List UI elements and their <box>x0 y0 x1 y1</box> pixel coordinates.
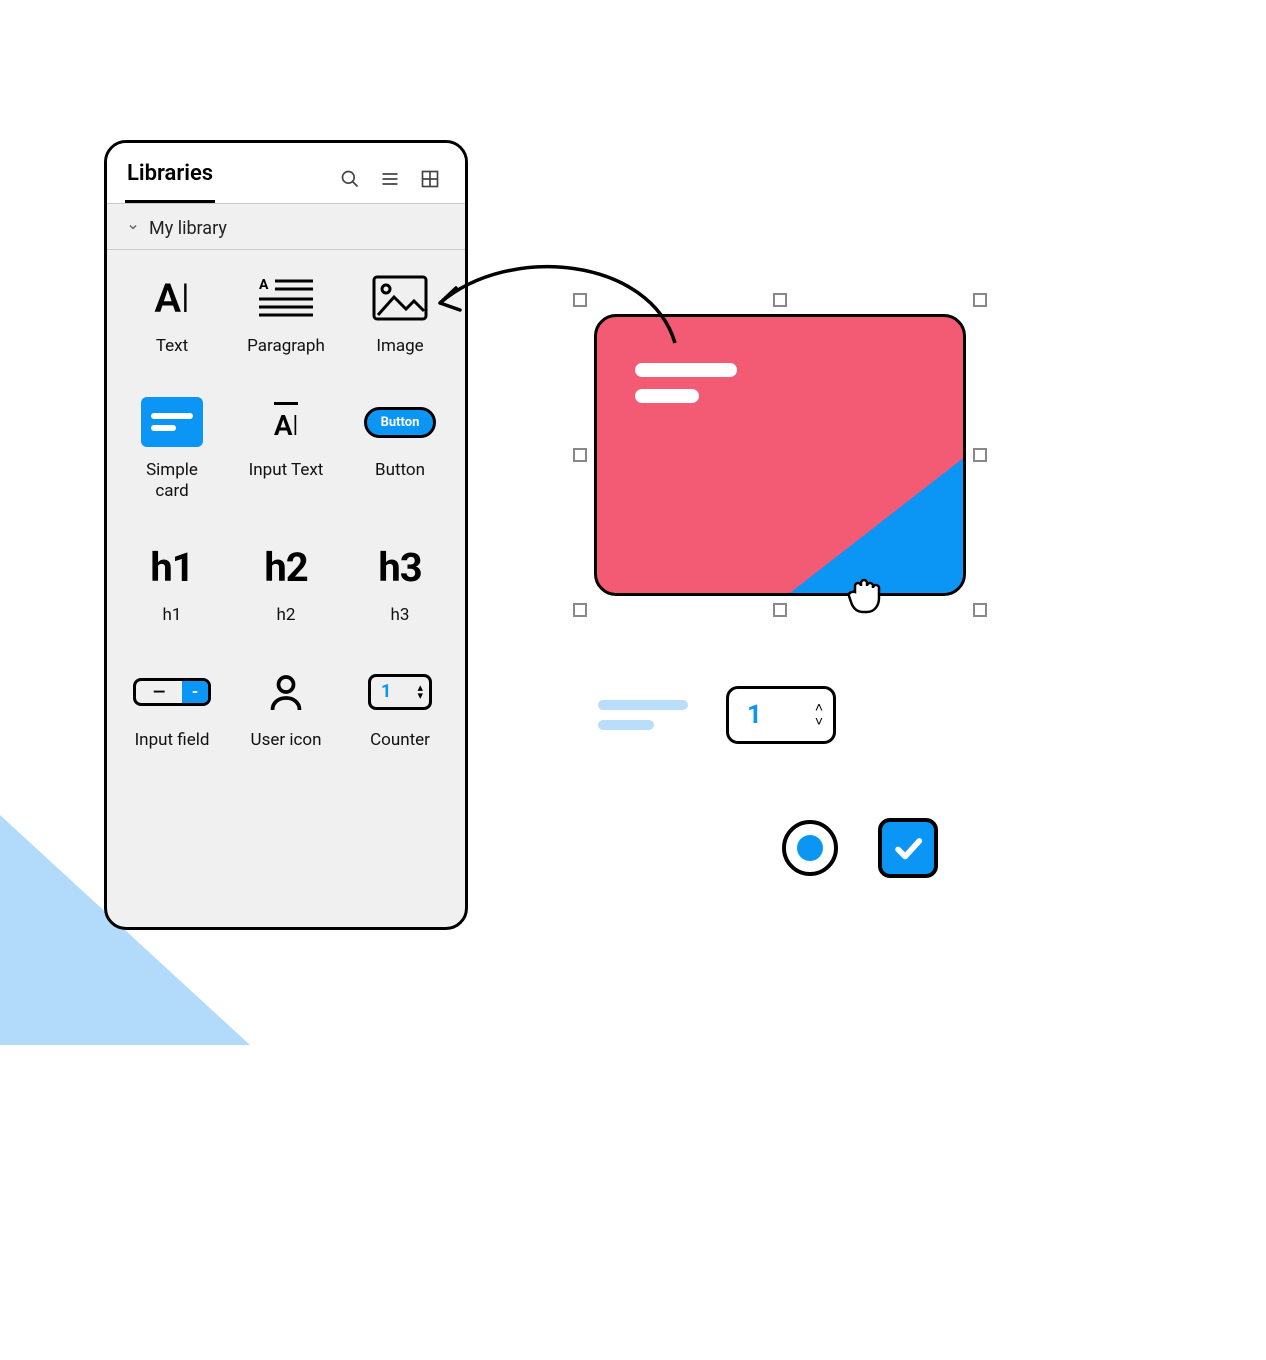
radio-instance[interactable] <box>782 820 838 876</box>
resize-handle[interactable] <box>973 448 987 462</box>
paragraph-icon: A <box>259 270 313 326</box>
component-button[interactable]: Button Button <box>343 394 457 501</box>
search-icon[interactable] <box>333 162 367 196</box>
component-text[interactable]: AI Text <box>115 270 229 356</box>
counter-decrement[interactable]: ˅ <box>815 716 823 728</box>
component-label: Text <box>156 336 188 356</box>
library-section-my-library[interactable]: My library <box>107 204 465 250</box>
text-icon: AI <box>154 270 189 326</box>
grab-cursor-icon <box>845 572 885 620</box>
component-h3[interactable]: h3 h3 <box>343 539 457 625</box>
text-placeholder-instance[interactable] <box>598 700 688 730</box>
component-label: Image <box>376 336 423 356</box>
resize-handle[interactable] <box>973 293 987 307</box>
resize-handle[interactable] <box>773 293 787 307</box>
component-label: Simple card <box>132 460 212 501</box>
counter-increment[interactable]: ˄ <box>815 702 823 714</box>
component-h1[interactable]: h1 h1 <box>115 539 229 625</box>
section-label: My library <box>149 218 227 239</box>
drag-arrow-icon <box>420 248 690 358</box>
input-field-icon: —- <box>133 664 211 720</box>
button-icon: Button <box>364 394 437 450</box>
input-text-icon: AI <box>274 394 298 450</box>
tab-libraries[interactable]: Libraries <box>125 155 215 203</box>
component-input-text[interactable]: AI Input Text <box>229 394 343 501</box>
component-simple-card[interactable]: Simple card <box>115 394 229 501</box>
radio-dot <box>797 835 823 861</box>
resize-handle[interactable] <box>973 603 987 617</box>
simple-card-icon <box>141 394 203 450</box>
counter-icon: 1 ▴▾ <box>368 664 432 720</box>
counter-value: 1 <box>747 700 762 730</box>
component-label: Input Text <box>249 460 324 480</box>
components-grid: AI Text A Paragraph Image <box>107 250 465 760</box>
component-label: h3 <box>391 605 410 625</box>
h3-icon: h3 <box>378 539 421 595</box>
chevron-down-icon <box>127 221 139 237</box>
component-h2[interactable]: h2 h2 <box>229 539 343 625</box>
panel-header: Libraries <box>107 143 465 204</box>
resize-handle[interactable] <box>773 603 787 617</box>
component-user-icon[interactable]: User icon <box>229 664 343 750</box>
component-label: Paragraph <box>247 336 325 356</box>
checkbox-instance[interactable] <box>878 818 938 878</box>
resize-handle[interactable] <box>573 448 587 462</box>
component-label: User icon <box>251 730 322 750</box>
component-label: Counter <box>370 730 430 750</box>
svg-text:A: A <box>259 277 269 293</box>
user-icon <box>268 664 304 720</box>
component-label: Button <box>375 460 425 480</box>
h1-icon: h1 <box>150 539 193 595</box>
h2-icon: h2 <box>264 539 307 595</box>
component-label: h2 <box>277 605 296 625</box>
list-view-icon[interactable] <box>373 162 407 196</box>
component-label: Input field <box>135 730 210 750</box>
counter-instance[interactable]: 1 ˄ ˅ <box>726 686 836 744</box>
resize-handle[interactable] <box>573 603 587 617</box>
component-label: h1 <box>163 605 182 625</box>
check-icon <box>891 831 925 865</box>
component-paragraph[interactable]: A Paragraph <box>229 270 343 356</box>
libraries-panel: Libraries My library AI Text A <box>104 140 468 930</box>
component-counter[interactable]: 1 ▴▾ Counter <box>343 664 457 750</box>
grid-view-icon[interactable] <box>413 162 447 196</box>
component-input-field[interactable]: —- Input field <box>115 664 229 750</box>
